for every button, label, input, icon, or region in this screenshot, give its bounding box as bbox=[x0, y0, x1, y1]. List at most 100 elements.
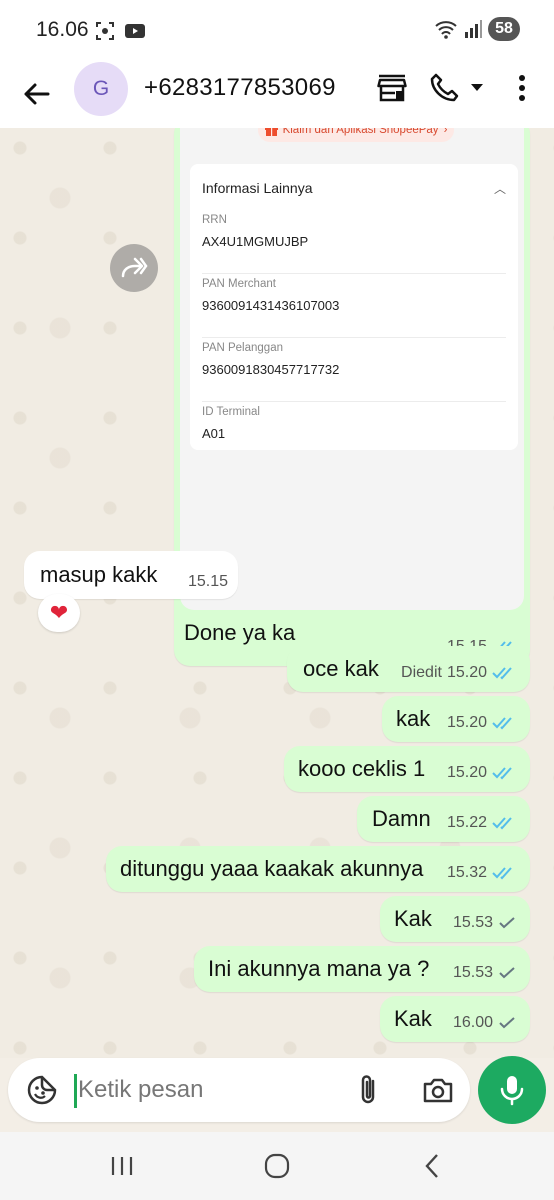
message-meta: 15.32 bbox=[447, 864, 516, 882]
more-vert-icon bbox=[519, 75, 525, 101]
battery-indicator: 58 bbox=[488, 17, 520, 41]
message-meta: 16.00 bbox=[453, 1014, 516, 1032]
incoming-message-bubble[interactable]: masup kakk 15.15 bbox=[24, 551, 238, 599]
message-time: 15.53 bbox=[452, 914, 493, 931]
double-check-icon bbox=[492, 717, 512, 730]
message-text: ditunggu yaaa kaakak akunnya bbox=[120, 856, 424, 881]
contact-name[interactable]: +6283177853069 bbox=[144, 74, 336, 102]
camera-button[interactable] bbox=[418, 1072, 458, 1108]
message-time: 15.15 bbox=[187, 573, 228, 590]
camera-icon bbox=[423, 1078, 453, 1103]
message-text: Ini akunnya mana ya ? bbox=[208, 956, 430, 981]
info-row-pan-merchant: PAN Merchant 9360091431436107003 bbox=[202, 278, 506, 338]
message-meta: Diedit 15.20 bbox=[401, 664, 516, 682]
chevron-up-icon: ︿ bbox=[493, 182, 506, 196]
phone-icon bbox=[430, 73, 459, 102]
claim-pill: Klaim dari Aplikasi ShopeePay › bbox=[258, 128, 454, 142]
more-options-button[interactable] bbox=[508, 70, 536, 106]
info-label: PAN Pelanggan bbox=[202, 342, 283, 354]
system-nav-bar bbox=[0, 1132, 554, 1200]
message-composer bbox=[8, 1058, 470, 1122]
outgoing-message-bubble[interactable]: Ini akunnya mana ya ? 15.53 bbox=[194, 946, 530, 992]
home-icon bbox=[264, 1153, 290, 1179]
back-button[interactable] bbox=[18, 72, 54, 116]
status-time: 16.06 bbox=[36, 18, 89, 41]
info-label: ID Terminal bbox=[202, 406, 260, 418]
message-meta: 15.20 bbox=[447, 764, 516, 782]
arrow-left-icon bbox=[24, 83, 50, 105]
message-time: 15.20 bbox=[446, 664, 487, 681]
info-value: AX4U1MGMUJBP bbox=[202, 234, 309, 249]
single-check-icon bbox=[499, 917, 515, 929]
wifi-icon bbox=[435, 21, 457, 39]
single-check-icon bbox=[499, 1017, 515, 1029]
message-text: Kak bbox=[394, 906, 432, 931]
message-input[interactable] bbox=[78, 1072, 348, 1108]
info-row-pan-pelanggan: PAN Pelanggan 9360091830457717732 bbox=[202, 342, 506, 402]
info-value: 9360091830457717732 bbox=[202, 362, 340, 377]
info-section-title: Informasi Lainnya bbox=[202, 180, 313, 196]
status-left-icons bbox=[94, 20, 146, 42]
outgoing-message-bubble[interactable]: kooo ceklis 1 15.20 bbox=[284, 746, 530, 792]
message-text: kooo ceklis 1 bbox=[298, 756, 426, 781]
outgoing-message-bubble[interactable]: kak 15.20 bbox=[382, 696, 530, 742]
sticker-button[interactable] bbox=[24, 1072, 60, 1108]
message-meta: 15.20 bbox=[447, 714, 516, 732]
outgoing-message-bubble[interactable]: oce kak Diedit 15.20 bbox=[287, 646, 530, 692]
youtube-icon bbox=[125, 24, 145, 38]
message-meta: 15.22 bbox=[447, 814, 516, 832]
info-value: A01 bbox=[202, 426, 226, 441]
screenshot-icon bbox=[96, 22, 114, 40]
info-row-rrn: RRN AX4U1MGMUJBP bbox=[202, 214, 506, 274]
message-meta: 15.15 bbox=[188, 573, 228, 591]
message-time: 15.20 bbox=[446, 764, 487, 781]
recent-apps-button[interactable] bbox=[102, 1146, 142, 1186]
chat-header: G +6283177853069 bbox=[0, 60, 554, 128]
signal-icon bbox=[465, 20, 482, 38]
edited-label: Diedit bbox=[401, 664, 442, 681]
chevron-down-icon bbox=[471, 84, 483, 91]
double-check-icon bbox=[492, 867, 512, 880]
text-caret bbox=[74, 1074, 77, 1108]
status-bar: 16.06 58 bbox=[0, 0, 554, 60]
reaction-badge[interactable]: ❤ bbox=[38, 594, 80, 632]
info-value: 9360091431436107003 bbox=[202, 298, 340, 313]
outgoing-message-bubble[interactable]: Kak 16.00 bbox=[380, 996, 530, 1042]
heart-reaction-icon: ❤ bbox=[49, 600, 69, 625]
outgoing-message-bubble[interactable]: Kak 15.53 bbox=[380, 896, 530, 942]
info-label: PAN Merchant bbox=[202, 278, 276, 290]
catalog-button[interactable] bbox=[374, 70, 410, 106]
double-check-icon bbox=[492, 667, 512, 680]
message-meta: 15.53 bbox=[453, 914, 516, 932]
message-text: kak bbox=[396, 706, 431, 731]
message-text: Kak bbox=[394, 1006, 432, 1031]
forward-icon bbox=[121, 257, 148, 278]
message-time: 15.53 bbox=[452, 964, 493, 981]
message-time: 15.20 bbox=[446, 714, 487, 731]
call-button[interactable] bbox=[428, 70, 492, 106]
claim-text: Klaim dari Aplikasi ShopeePay bbox=[282, 128, 439, 136]
message-meta: 15.53 bbox=[453, 964, 516, 982]
status-right: 58 bbox=[434, 17, 520, 41]
paperclip-icon bbox=[361, 1075, 375, 1104]
message-time: 15.22 bbox=[446, 814, 487, 831]
outgoing-message-bubble[interactable]: ditunggu yaaa kaakak akunnya 15.32 bbox=[106, 846, 530, 892]
gift-icon bbox=[264, 128, 278, 136]
message-text: masup kakk bbox=[40, 562, 158, 587]
voice-record-button[interactable] bbox=[478, 1056, 546, 1124]
info-card: Informasi Lainnya ︿ RRN AX4U1MGMUJBP PAN… bbox=[190, 164, 518, 450]
message-time: 16.00 bbox=[452, 1014, 493, 1031]
info-label: RRN bbox=[202, 214, 227, 226]
double-check-icon bbox=[492, 767, 512, 780]
avatar[interactable]: G bbox=[74, 62, 128, 116]
attach-button[interactable] bbox=[350, 1072, 386, 1108]
message-text: Done ya ka bbox=[184, 620, 296, 645]
back-nav-button[interactable] bbox=[412, 1146, 452, 1186]
home-button[interactable] bbox=[257, 1146, 297, 1186]
sticker-icon bbox=[27, 1075, 57, 1105]
forward-button[interactable] bbox=[110, 244, 158, 292]
message-text: Damn bbox=[372, 806, 431, 831]
chat-area[interactable]: Klaim dari Aplikasi ShopeePay › Informas… bbox=[0, 128, 554, 1058]
payment-screenshot[interactable]: Klaim dari Aplikasi ShopeePay › Informas… bbox=[180, 128, 524, 610]
outgoing-message-bubble[interactable]: Damn 15.22 bbox=[357, 796, 530, 842]
